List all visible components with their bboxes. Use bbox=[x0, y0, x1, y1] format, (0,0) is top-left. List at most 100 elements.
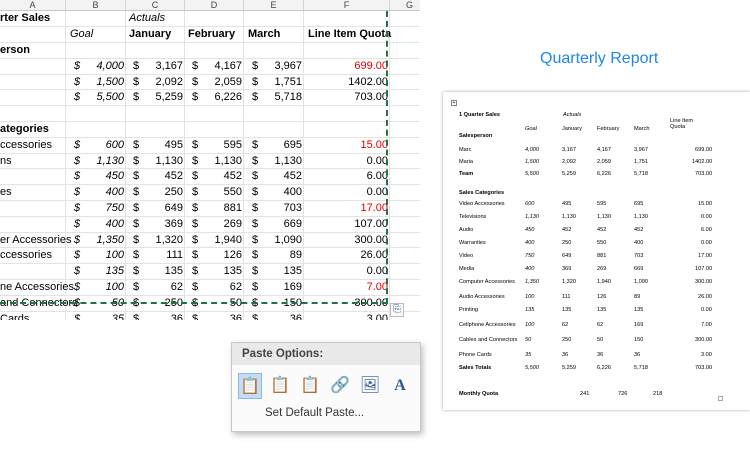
february-cell[interactable]: 1,130 bbox=[194, 154, 242, 169]
march-cell[interactable]: 3,967 bbox=[254, 59, 302, 74]
march-cell[interactable]: 169 bbox=[254, 280, 302, 295]
january-cell[interactable]: 495 bbox=[135, 138, 183, 153]
march-cell[interactable]: 400 bbox=[254, 185, 302, 200]
january-cell[interactable]: 649 bbox=[135, 201, 183, 216]
actuals-label[interactable]: Actuals bbox=[129, 11, 189, 26]
march-cell[interactable]: 135 bbox=[254, 264, 302, 279]
row-label-cell[interactable] bbox=[0, 106, 66, 121]
march-cell[interactable]: 452 bbox=[254, 169, 302, 184]
row-label-cell[interactable]: erson bbox=[0, 43, 66, 58]
goal-cell[interactable]: 600 bbox=[78, 138, 124, 153]
goal-header[interactable]: Goal bbox=[70, 27, 126, 42]
january-cell[interactable]: 111 bbox=[135, 248, 183, 263]
line-item-quota-cell[interactable]: 15.00 bbox=[308, 138, 388, 153]
march-cell[interactable]: 1,090 bbox=[254, 233, 302, 248]
row-label-cell[interactable] bbox=[0, 90, 66, 105]
line-item-quota-cell[interactable]: 107.00 bbox=[308, 217, 388, 232]
row-label-cell[interactable] bbox=[0, 264, 66, 279]
february-cell[interactable]: 50 bbox=[194, 296, 242, 311]
row-label-cell[interactable]: ns bbox=[0, 154, 66, 169]
goal-cell[interactable]: 50 bbox=[78, 296, 124, 311]
line-item-quota-cell[interactable]: 0.00 bbox=[308, 154, 388, 169]
paste-options-button[interactable]: ⎘ bbox=[390, 303, 404, 317]
line-item-quota-cell[interactable]: 1402.00 bbox=[308, 75, 388, 90]
goal-cell[interactable]: 100 bbox=[78, 280, 124, 295]
january-cell[interactable]: 250 bbox=[135, 185, 183, 200]
february-cell[interactable]: 62 bbox=[194, 280, 242, 295]
goal-cell[interactable]: 35 bbox=[78, 312, 124, 320]
march-cell[interactable]: 1,130 bbox=[254, 154, 302, 169]
column-header-g[interactable]: G bbox=[390, 0, 420, 11]
february-header[interactable]: February bbox=[188, 27, 244, 42]
february-cell[interactable]: 595 bbox=[194, 138, 242, 153]
february-cell[interactable]: 4,167 bbox=[194, 59, 242, 74]
line-item-quota-header[interactable]: Line Item Quota bbox=[308, 27, 391, 42]
row-label-cell[interactable]: er Accessories bbox=[0, 233, 72, 248]
row-label-cell[interactable]: ccessories bbox=[0, 248, 66, 263]
february-cell[interactable]: 126 bbox=[194, 248, 242, 263]
row-label-cell[interactable] bbox=[0, 75, 66, 90]
set-default-paste-link[interactable]: Set Default Paste... bbox=[265, 407, 364, 419]
column-header-b[interactable]: B bbox=[66, 0, 126, 11]
january-cell[interactable]: 250 bbox=[135, 296, 183, 311]
goal-cell[interactable]: 400 bbox=[78, 217, 124, 232]
column-header-e[interactable]: E bbox=[244, 0, 304, 11]
line-item-quota-cell[interactable]: 17.00 bbox=[308, 201, 388, 216]
january-header[interactable]: January bbox=[129, 27, 183, 42]
goal-cell[interactable]: 135 bbox=[78, 264, 124, 279]
february-cell[interactable]: 135 bbox=[194, 264, 242, 279]
resize-handle-icon[interactable] bbox=[718, 396, 723, 401]
february-cell[interactable]: 881 bbox=[194, 201, 242, 216]
row-label-cell[interactable]: and Connectors bbox=[0, 296, 78, 311]
line-item-quota-cell[interactable]: 703.00 bbox=[308, 90, 388, 105]
march-cell[interactable]: 89 bbox=[254, 248, 302, 263]
line-item-quota-cell[interactable]: 0.00 bbox=[308, 185, 388, 200]
line-item-quota-cell[interactable]: 26.00 bbox=[308, 248, 388, 263]
row-label-cell[interactable]: ccessories bbox=[0, 138, 66, 153]
march-header[interactable]: March bbox=[248, 27, 304, 42]
march-cell[interactable]: 36 bbox=[254, 312, 302, 320]
january-cell[interactable]: 3,167 bbox=[135, 59, 183, 74]
line-item-quota-cell[interactable]: 6.00 bbox=[308, 169, 388, 184]
move-handle-icon[interactable]: + bbox=[451, 100, 457, 106]
line-item-quota-cell[interactable]: 7.00 bbox=[308, 280, 388, 295]
march-cell[interactable]: 703 bbox=[254, 201, 302, 216]
paste-icon[interactable]: 📋 bbox=[238, 373, 262, 399]
march-cell[interactable]: 150 bbox=[254, 296, 302, 311]
line-item-quota-cell[interactable]: 0.00 bbox=[308, 264, 388, 279]
row-label-cell[interactable] bbox=[0, 169, 66, 184]
column-header-c[interactable]: C bbox=[126, 0, 185, 11]
sheet-title-cell[interactable]: rter Sales bbox=[0, 11, 66, 26]
january-cell[interactable]: 369 bbox=[135, 217, 183, 232]
goal-cell[interactable]: 450 bbox=[78, 169, 124, 184]
january-cell[interactable]: 135 bbox=[135, 264, 183, 279]
line-item-quota-cell[interactable]: 300.00 bbox=[308, 296, 388, 311]
goal-cell[interactable]: 1,130 bbox=[78, 154, 124, 169]
paste-link-icon[interactable]: 🔗 bbox=[328, 373, 352, 399]
march-cell[interactable]: 5,718 bbox=[254, 90, 302, 105]
goal-cell[interactable]: 1,500 bbox=[78, 75, 124, 90]
spreadsheet-grid[interactable]: ABCDEFG rter Sales Actuals Goal January … bbox=[0, 0, 420, 320]
row-label-cell[interactable]: es bbox=[0, 185, 66, 200]
january-cell[interactable]: 452 bbox=[135, 169, 183, 184]
line-item-quota-cell[interactable]: 300.00 bbox=[308, 233, 388, 248]
march-cell[interactable]: 695 bbox=[254, 138, 302, 153]
paste-picture-icon[interactable]: 🖼 bbox=[358, 373, 382, 399]
column-header-f[interactable]: F bbox=[304, 0, 390, 11]
march-cell[interactable]: 669 bbox=[254, 217, 302, 232]
january-cell[interactable]: 36 bbox=[135, 312, 183, 320]
february-cell[interactable]: 2,059 bbox=[194, 75, 242, 90]
row-label-cell[interactable] bbox=[0, 59, 66, 74]
january-cell[interactable]: 62 bbox=[135, 280, 183, 295]
february-cell[interactable]: 36 bbox=[194, 312, 242, 320]
february-cell[interactable]: 550 bbox=[194, 185, 242, 200]
goal-cell[interactable]: 4,000 bbox=[78, 59, 124, 74]
line-item-quota-cell[interactable]: 3.00 bbox=[308, 312, 388, 320]
column-header-a[interactable]: A bbox=[0, 0, 66, 11]
january-cell[interactable]: 1,130 bbox=[135, 154, 183, 169]
row-label-cell[interactable]: ategories bbox=[0, 122, 66, 137]
january-cell[interactable]: 1,320 bbox=[135, 233, 183, 248]
march-cell[interactable]: 1,751 bbox=[254, 75, 302, 90]
february-cell[interactable]: 1,940 bbox=[194, 233, 242, 248]
row-label-cell[interactable] bbox=[0, 201, 66, 216]
